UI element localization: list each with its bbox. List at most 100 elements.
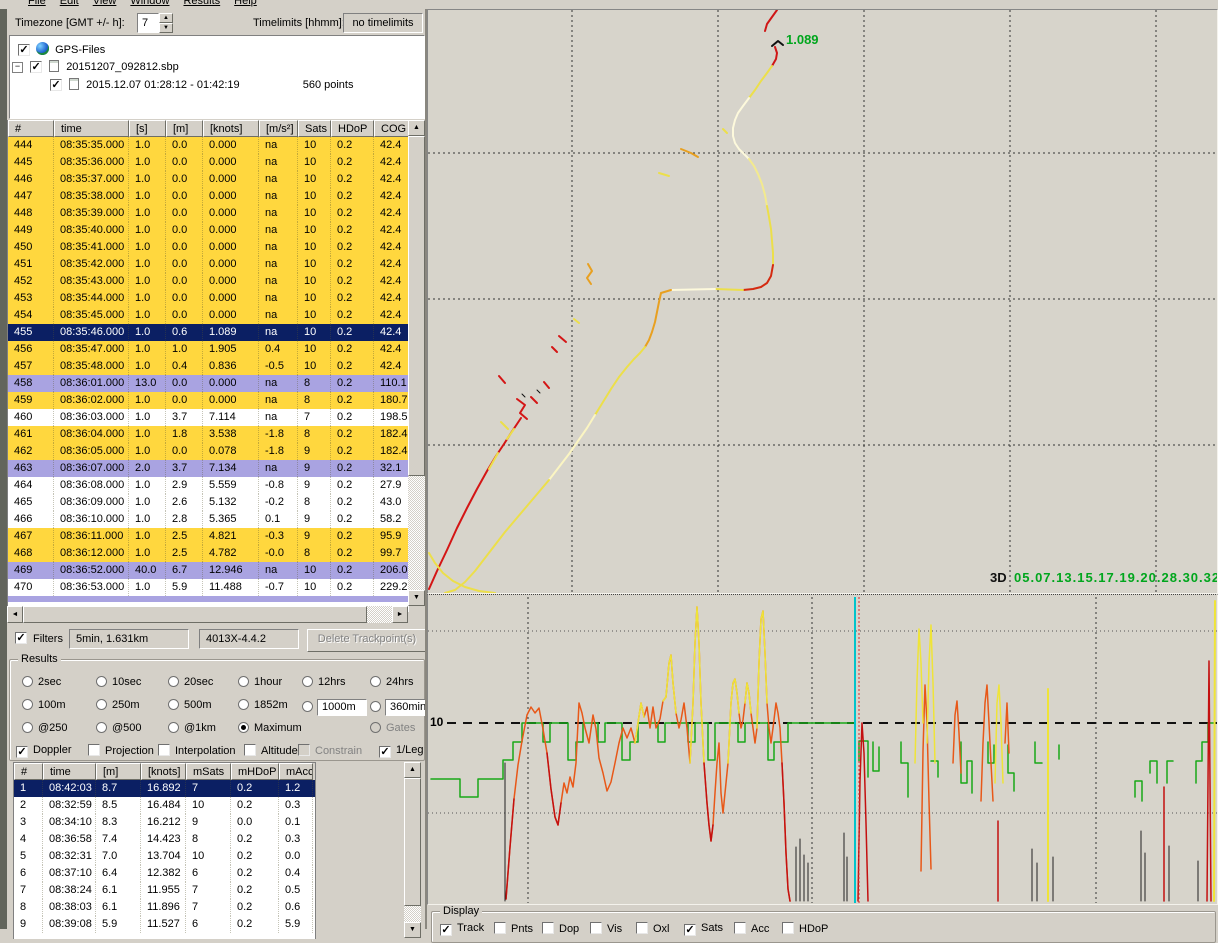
checkbox-icon[interactable] <box>734 922 746 934</box>
menu-item-file[interactable]: File <box>28 0 46 7</box>
menu-item-help[interactable]: Help <box>234 0 257 7</box>
radio-100m[interactable]: 100m <box>22 699 66 711</box>
column-header[interactable]: mAcc <box>279 763 313 780</box>
checkbox-icon[interactable]: ✓ <box>684 924 696 936</box>
radio-1000m[interactable]: 1000m <box>302 699 367 716</box>
checkbox-interpolation[interactable]: Interpolation <box>158 744 236 757</box>
checkbox-icon[interactable]: ✓ <box>50 79 62 91</box>
checkbox-icon[interactable]: ✓ <box>30 61 42 73</box>
menu-item-results[interactable]: Results <box>183 0 220 7</box>
scroll-left-icon[interactable]: ◄ <box>7 606 23 623</box>
radio-500m[interactable]: 500m <box>168 699 212 711</box>
checkbox-altitude[interactable]: Altitude <box>244 744 298 757</box>
scroll-up-icon[interactable]: ▲ <box>408 120 425 136</box>
result-row[interactable]: 808:38:036.111.89670.20.6 <box>14 899 315 916</box>
checkbox-icon[interactable] <box>298 744 310 756</box>
checkbox-1leg[interactable]: ✓1/Leg <box>379 744 424 758</box>
timezone-spinner[interactable]: ▲ ▼ <box>159 13 173 33</box>
speed-graph-panel[interactable]: 08:3008:3508:40 10 <box>427 594 1218 905</box>
result-row[interactable]: 208:32:598.516.484100.20.3 <box>14 797 315 814</box>
checkbox-icon[interactable] <box>244 744 256 756</box>
tree-row-root[interactable]: ✓ GPS-Files <box>18 42 105 57</box>
checkbox-icon[interactable] <box>494 922 506 934</box>
trackpoint-row[interactable]: 47008:36:53.0001.05.911.488-0.7100.2229.… <box>8 579 409 596</box>
checkbox-icon[interactable] <box>88 744 100 756</box>
tree-session-label[interactable]: 2015.12.07 01:28:12 - 01:42:19 <box>86 79 240 91</box>
trackpoint-row[interactable]: 45908:36:02.0001.00.00.000na80.2180.7 <box>8 392 409 409</box>
checkbox-icon[interactable]: ✓ <box>16 746 28 758</box>
timezone-input[interactable]: 7 <box>137 13 159 33</box>
tree-row-file[interactable]: − ✓ 20151207_092812.sbp <box>12 60 179 75</box>
collapse-icon[interactable]: − <box>12 62 23 73</box>
radio-icon[interactable] <box>238 699 249 710</box>
scroll-right-icon[interactable]: ► <box>392 606 408 623</box>
trackpoint-row[interactable]: 44908:35:40.0001.00.00.000na100.242.4 <box>8 222 409 239</box>
column-header[interactable]: [s] <box>129 120 166 137</box>
trackpoint-row[interactable]: 45308:35:44.0001.00.00.000na100.242.4 <box>8 290 409 307</box>
radio-1km[interactable]: @1km <box>168 722 216 734</box>
checkbox-icon[interactable]: ✓ <box>379 746 391 758</box>
radio-1852m[interactable]: 1852m <box>238 699 288 711</box>
map-panel[interactable]: 1.089 3D 05.07.13.15.17.19.20.28.30.32 <box>427 9 1218 594</box>
trackpoint-row[interactable]: 44808:35:39.0001.00.00.000na100.242.4 <box>8 205 409 222</box>
trackpoint-row[interactable]: 45608:35:47.0001.01.01.9050.4100.242.4 <box>8 341 409 358</box>
radio-2sec[interactable]: 2sec <box>22 676 61 688</box>
checkbox-projection[interactable]: Projection <box>88 744 154 757</box>
trackpoint-row[interactable]: 45708:35:48.0001.00.40.836-0.5100.242.4 <box>8 358 409 375</box>
radio-icon[interactable] <box>168 699 179 710</box>
trackpoint-row[interactable] <box>8 596 409 602</box>
checkbox-icon[interactable]: ✓ <box>440 924 452 936</box>
column-header[interactable]: mHDoP <box>231 763 279 780</box>
column-header[interactable]: COG <box>374 120 409 137</box>
checkbox-icon[interactable] <box>590 922 602 934</box>
menu-item-edit[interactable]: Edit <box>60 0 79 7</box>
results-table-vscrollbar[interactable]: ▲ ▼ <box>404 762 421 938</box>
column-header[interactable]: HDoP <box>331 120 374 137</box>
radio-icon[interactable] <box>238 722 249 733</box>
trackpoint-row[interactable]: 45808:36:01.00013.00.00.000na80.2110.1 <box>8 375 409 392</box>
scroll-thumb[interactable] <box>408 136 425 476</box>
trackpoint-row[interactable]: 46908:36:52.00040.06.712.946na100.2206.0 <box>8 562 409 579</box>
scroll-thumb[interactable] <box>23 606 367 623</box>
trackpoint-row[interactable]: 46408:36:08.0001.02.95.559-0.890.227.9 <box>8 477 409 494</box>
column-header[interactable]: [m/s²] <box>259 120 298 137</box>
radio-icon[interactable] <box>22 676 33 687</box>
checkbox-icon[interactable] <box>636 922 648 934</box>
radio-icon[interactable] <box>302 676 313 687</box>
checkbox-icon[interactable] <box>782 922 794 934</box>
trackpoint-table-vscrollbar[interactable]: ▲ ▼ <box>408 120 425 606</box>
checkbox-icon[interactable]: ✓ <box>18 44 30 56</box>
radio-icon[interactable] <box>238 676 249 687</box>
spin-up-icon[interactable]: ▲ <box>159 13 173 23</box>
scroll-track[interactable] <box>408 476 425 590</box>
trackpoint-row[interactable]: 45108:35:42.0001.00.00.000na100.242.4 <box>8 256 409 273</box>
radio-24hrs[interactable]: 24hrs <box>370 676 414 688</box>
tree-file-label[interactable]: 20151207_092812.sbp <box>66 61 179 73</box>
trackpoint-row[interactable]: 46208:36:05.0001.00.00.078-1.890.2182.4 <box>8 443 409 460</box>
column-header[interactable]: Sats <box>298 120 331 137</box>
column-header[interactable]: time <box>54 120 129 137</box>
trackpoint-row[interactable]: 45008:35:41.0001.00.00.000na100.242.4 <box>8 239 409 256</box>
menu-item-window[interactable]: Window <box>130 0 169 7</box>
radio-icon[interactable] <box>370 676 381 687</box>
trackpoint-row[interactable]: 44408:35:35.0001.00.00.000na100.242.4 <box>8 137 409 154</box>
result-row[interactable]: 908:39:085.911.52760.25.9 <box>14 916 315 933</box>
radio-12hrs[interactable]: 12hrs <box>302 676 346 688</box>
tree-row-session[interactable]: ✓ 2015.12.07 01:28:12 - 01:42:19 560 poi… <box>50 78 353 93</box>
radio-1hour[interactable]: 1hour <box>238 676 282 688</box>
radio-icon[interactable] <box>22 722 33 733</box>
checkbox-constrain[interactable]: Constrain <box>298 744 362 757</box>
custom-value-input[interactable]: 1000m <box>317 699 367 716</box>
radio-250m[interactable]: 250m <box>96 699 140 711</box>
trackpoint-row[interactable]: 44608:35:37.0001.00.00.000na100.242.4 <box>8 171 409 188</box>
scroll-track[interactable] <box>404 906 421 922</box>
radio-icon[interactable] <box>96 699 107 710</box>
trackpoint-row[interactable]: 46708:36:11.0001.02.54.821-0.390.295.9 <box>8 528 409 545</box>
scroll-thumb[interactable] <box>404 778 421 906</box>
radio-20sec[interactable]: 20sec <box>168 676 213 688</box>
delete-trackpoints-button[interactable]: Delete Trackpoint(s) <box>307 629 427 652</box>
radio-icon[interactable] <box>96 676 107 687</box>
scroll-down-icon[interactable]: ▼ <box>408 590 425 606</box>
radio-icon[interactable] <box>168 676 179 687</box>
trackpoint-row[interactable]: 46608:36:10.0001.02.85.3650.190.258.2 <box>8 511 409 528</box>
